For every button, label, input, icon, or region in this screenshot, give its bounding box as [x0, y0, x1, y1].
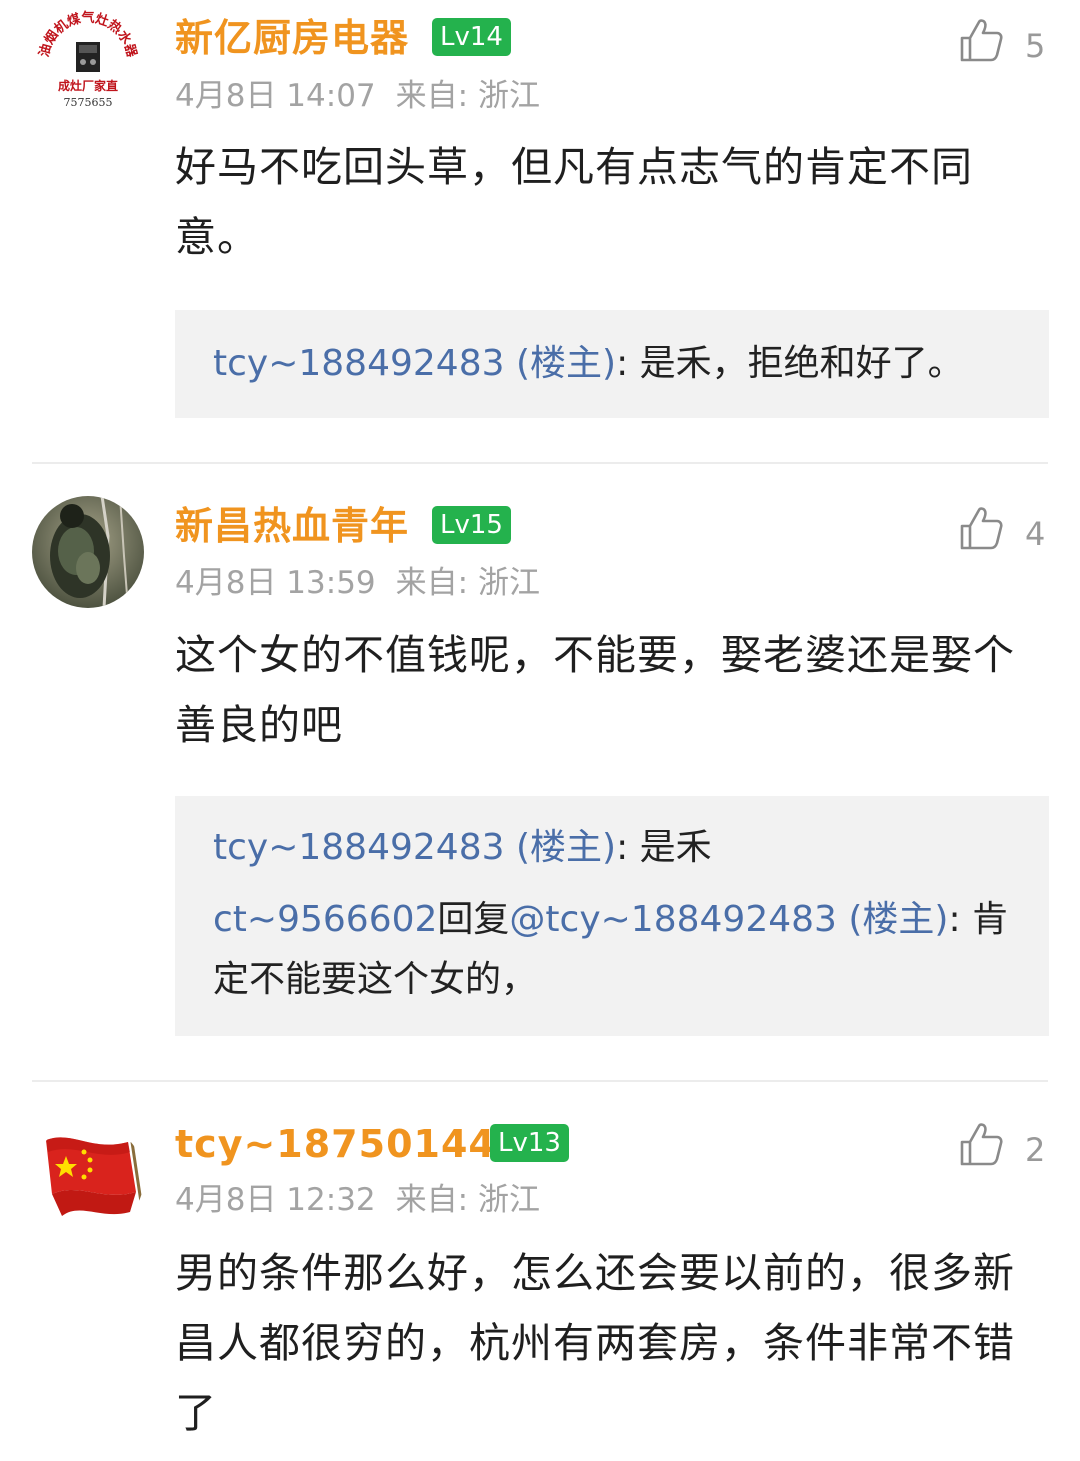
comment-meta: 4月8日 13:59 来自: 浙江	[175, 563, 540, 603]
comment-item: tcy~187501448 Lv13 4月8日 12:32 来自: 浙江 2 男的…	[0, 1082, 1080, 1461]
comment-item: 新昌热血青年 Lv15 4月8日 13:59 来自: 浙江 4 这个女的不值钱呢，…	[0, 464, 1080, 1080]
avatar-logo-text: 成灶厂家直	[58, 78, 118, 93]
comment-username[interactable]: 新昌热血青年	[175, 504, 409, 548]
like-button[interactable]: 4	[958, 504, 1058, 560]
reply-author-link[interactable]: ct~9566602	[213, 899, 437, 940]
comment-text: 这个女的不值钱呢，不能要，娶老婆还是娶个善良的吧	[175, 631, 1015, 749]
reply-separator: :	[616, 343, 640, 384]
comment-source: 浙江	[477, 565, 540, 601]
reply-separator: :	[948, 899, 973, 940]
reply-author-link[interactable]: tcy~188492483 (楼主)	[213, 827, 616, 868]
level-badge: Lv14	[432, 18, 511, 56]
reply-item[interactable]: ct~9566602回复@tcy~188492483 (楼主): 肯定不能要这个…	[213, 890, 1009, 1010]
like-count: 5	[1025, 27, 1046, 65]
comment-username[interactable]: tcy~187501448	[175, 1122, 523, 1166]
reply-item[interactable]: tcy~188492483 (楼主): 是禾，拒绝和好了。	[213, 334, 1009, 394]
reply-mention-link[interactable]: @tcy~188492483 (楼主)	[509, 899, 948, 940]
avatar[interactable]	[32, 496, 144, 608]
avatar-flag-image	[32, 1122, 144, 1234]
comment-username[interactable]: 新亿厨房电器	[175, 16, 409, 60]
reply-author-link[interactable]: tcy~188492483 (楼主)	[213, 343, 616, 384]
avatar[interactable]	[32, 1122, 144, 1234]
level-badge: Lv13	[490, 1124, 569, 1162]
level-badge: Lv15	[432, 506, 511, 544]
like-count: 4	[1025, 515, 1046, 553]
comment-source: 浙江	[477, 78, 540, 114]
comment-text: 男的条件那么好，怎么还会要以前的，很多新昌人都很穷的，杭州有两套房，条件非常不错…	[175, 1249, 1015, 1437]
thumbs-up-icon	[960, 19, 1003, 62]
comment-meta: 4月8日 12:32 来自: 浙江	[175, 1180, 540, 1220]
avatar-logo-image: 油烟机煤气灶热水器 成灶厂家直 7575655	[32, 4, 144, 116]
comment-date: 4月8日 12:32	[175, 1182, 376, 1218]
thumbs-up-icon	[960, 507, 1003, 550]
avatar-logo-number: 7575655	[64, 96, 113, 109]
comment-source-label: 来自:	[395, 565, 469, 601]
reply-box: tcy~188492483 (楼主): 是禾 ct~9566602回复@tcy~…	[175, 796, 1049, 1036]
comment-source-label: 来自:	[395, 78, 469, 114]
comment-text: 好马不吃回头草，但凡有点志气的肯定不同意。	[175, 143, 973, 261]
comment-date: 4月8日 13:59	[175, 565, 376, 601]
like-button[interactable]: 5	[958, 16, 1058, 72]
reply-box: tcy~188492483 (楼主): 是禾，拒绝和好了。	[175, 310, 1049, 418]
reply-word: 回复	[437, 899, 510, 940]
reply-separator: :	[616, 827, 640, 868]
thumbs-up-icon	[960, 1123, 1003, 1166]
comment-source: 浙江	[477, 1182, 540, 1218]
reply-item[interactable]: tcy~188492483 (楼主): 是禾	[213, 818, 1009, 878]
reply-content: 是禾，拒绝和好了。	[639, 343, 964, 384]
comment-item: 油烟机煤气灶热水器 成灶厂家直 7575655 新亿厨房电器 Lv14 4月8日…	[0, 0, 1080, 462]
comment-source-label: 来自:	[395, 1182, 469, 1218]
avatar[interactable]: 油烟机煤气灶热水器 成灶厂家直 7575655	[32, 4, 144, 116]
comment-date: 4月8日 14:07	[175, 78, 376, 114]
reply-content: 是禾	[639, 827, 712, 868]
comment-meta: 4月8日 14:07 来自: 浙江	[175, 76, 540, 116]
like-button[interactable]: 2	[958, 1120, 1058, 1176]
like-count: 2	[1025, 1131, 1046, 1169]
avatar-photo-image	[32, 496, 144, 608]
